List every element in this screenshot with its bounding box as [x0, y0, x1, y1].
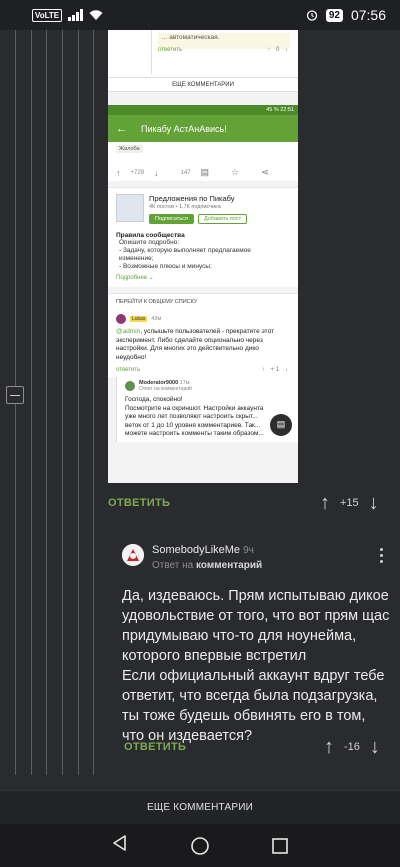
upvote-icon[interactable]: ↑	[324, 737, 334, 757]
upvote-icon[interactable]: ↑	[320, 493, 330, 513]
downvote-icon[interactable]: ↓	[370, 737, 380, 757]
comment-text: Да, издеваюсь. Прям испытываю дикое удов…	[122, 588, 390, 744]
thread-line[interactable]	[78, 30, 79, 775]
comment-author[interactable]: SomebodyLikeMe 9ч	[152, 544, 254, 556]
system-nav-bar	[0, 824, 400, 867]
star-icon: ☆	[231, 167, 240, 177]
rules-text: Опишите подробно: - Задачу, которую выпо…	[119, 239, 251, 270]
embed-comment-time: 43м	[151, 316, 162, 322]
status-bar: VoLTE 92 07:56	[0, 0, 400, 30]
nav-home-icon[interactable]	[190, 836, 210, 856]
subscribe-button: Подписаться	[149, 214, 194, 224]
embed-comment-text: @admin, услышьте пользователей - прекрат…	[116, 328, 275, 361]
community-subtitle: 4К постов • 1,7К подписчика	[149, 204, 221, 210]
embed-reply: Moderator9000 17м Ответ на комментарий Г…	[116, 377, 298, 442]
add-post-button: Добавить пост	[197, 214, 248, 224]
embed-comment: Lukas 43м @admin, услышьте пользователей…	[108, 310, 298, 377]
community-logo	[116, 194, 144, 222]
more-comments-button[interactable]: ЕЩЕ КОММЕНТАРИИ	[0, 790, 400, 824]
battery-icon: 92	[325, 8, 343, 22]
embed-reply-text: Господа, спокойно! Посмотрите на скриншо…	[125, 396, 264, 437]
embed-community: Предложения по Пикабу 4К постов • 1,7К п…	[108, 187, 298, 287]
embed-reply-link: ответить	[158, 47, 183, 53]
comment2-votes: ↑ -16 ↓	[324, 737, 380, 757]
wifi-icon	[89, 9, 103, 20]
alarm-icon	[306, 10, 317, 21]
embed-tag: Жалоба	[116, 145, 143, 153]
more-options-icon[interactable]	[380, 548, 384, 566]
embed-app-title: Пикабу АстАнАвись!	[141, 123, 227, 134]
embed-comment-votes: ↑ +1 ↓	[261, 367, 290, 373]
clock: 07:56	[350, 7, 386, 23]
comment-reply-to[interactable]: Ответ на комментарий	[152, 560, 262, 571]
comment2-rating: -16	[344, 741, 360, 753]
upvote-icon: ↑	[116, 167, 121, 178]
thread-line[interactable]	[46, 30, 47, 775]
embed-post-actions: ↑ +729 ↓ 147 ▤ ☆ ⋖	[116, 167, 290, 178]
avatar[interactable]	[122, 544, 144, 566]
back-arrow-icon: ←	[116, 122, 127, 135]
rules-title: Правила сообщества	[116, 232, 185, 239]
comment2-footer: ОТВЕТИТЬ	[124, 741, 186, 753]
thread-line[interactable]	[62, 30, 63, 775]
comment-time: 9ч	[243, 545, 254, 556]
community-title: Предложения по Пикабу	[149, 194, 235, 203]
comment1-rating: +15	[340, 497, 359, 509]
comment-image[interactable]: ... автоматическая. ответить ↑ 0 ↓ ЕЩЕ К…	[108, 30, 298, 483]
rules-more-link: Подробнее ⌄	[116, 275, 154, 281]
collapse-thread-button[interactable]	[6, 386, 24, 404]
comment1-reply-button[interactable]: ОТВЕТИТЬ	[108, 497, 170, 509]
embed-post-votes: +729	[130, 169, 145, 176]
embed-votes: ↑ 0 ↓	[267, 47, 290, 53]
comment-icon: ▤	[200, 167, 210, 177]
to-list-link: ПЕРЕЙТИ К ОБЩЕМУ СПИСКУ	[108, 293, 298, 310]
embed-top-card: ... автоматическая. ответить ↑ 0 ↓	[108, 30, 298, 78]
embed-more-comments: ЕЩЕ КОММЕНТАРИИ	[108, 78, 298, 92]
embed-phone-status: 45 % 22:51	[108, 105, 298, 115]
downvote-icon: ↓	[154, 167, 159, 178]
thread-line[interactable]	[31, 30, 32, 775]
embed-app-bar: ← Пикабу АстАнАвись!	[108, 115, 298, 142]
nav-back-icon[interactable]	[111, 834, 129, 857]
share-icon: ⋖	[261, 167, 269, 177]
embed-post: Жалоба ↑ +729 ↓ 147 ▤ ☆ ⋖	[108, 142, 298, 181]
embed-comment-reply: ответить	[116, 367, 141, 373]
comment1-votes: ↑ +15 ↓	[320, 493, 379, 513]
signal-icon	[68, 9, 84, 21]
embed-post-comments: 147	[180, 169, 191, 176]
comment1-footer: ОТВЕТИТЬ	[108, 497, 170, 509]
downvote-icon[interactable]: ↓	[369, 493, 379, 513]
avatar	[125, 381, 135, 391]
thread-line[interactable]	[93, 30, 94, 775]
volte-indicator: VoLTE	[32, 8, 63, 22]
chat-fab-icon: ▤	[270, 413, 292, 436]
avatar	[116, 314, 126, 324]
comment2-reply-button[interactable]: ОТВЕТИТЬ	[124, 741, 186, 753]
nav-recents-icon[interactable]	[271, 837, 289, 855]
embed-author-badge: Lukas	[130, 316, 148, 322]
